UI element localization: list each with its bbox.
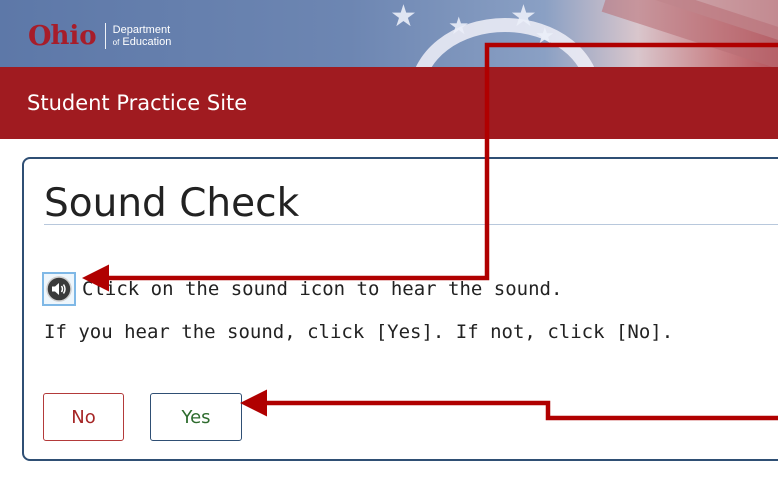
logo-dept-of: of	[112, 37, 120, 47]
sound-instruction-row: Click on the sound icon to hear the soun…	[42, 272, 562, 306]
logo-divider	[104, 23, 106, 49]
instruction-text-1: Click on the sound icon to hear the soun…	[82, 278, 563, 300]
yes-button[interactable]: Yes	[150, 393, 242, 441]
speaker-icon[interactable]	[42, 272, 76, 306]
star-icon: ★	[390, 0, 417, 34]
ohio-education-logo[interactable]: O hio Department of Education	[28, 20, 171, 52]
logo-department-text: Department of Education	[113, 24, 172, 49]
logo-brand-o: O	[28, 20, 52, 52]
site-header-bar: Student Practice Site	[0, 67, 778, 139]
site-title: Student Practice Site	[27, 91, 248, 115]
title-divider	[44, 224, 778, 225]
logo-dept-line2: of Education	[113, 36, 172, 49]
dialog-title: Sound Check	[44, 181, 300, 226]
logo-dept-education: Education	[122, 35, 172, 48]
instruction-text-2: If you hear the sound, click [Yes]. If n…	[44, 321, 674, 343]
no-button[interactable]: No	[43, 393, 124, 441]
star-icon: ★	[448, 12, 470, 40]
star-icon: ★	[510, 0, 537, 34]
flag-swoosh-decoration	[410, 18, 600, 67]
logo-brand-text: hio	[50, 21, 97, 51]
logo-dept-line1: Department	[112, 23, 171, 36]
star-icon: ★	[535, 24, 555, 49]
state-banner: ★ ★ ★ ★ O hio Department of Education	[0, 0, 778, 67]
sound-check-dialog: Sound Check Click on the sound icon to h…	[22, 157, 778, 461]
